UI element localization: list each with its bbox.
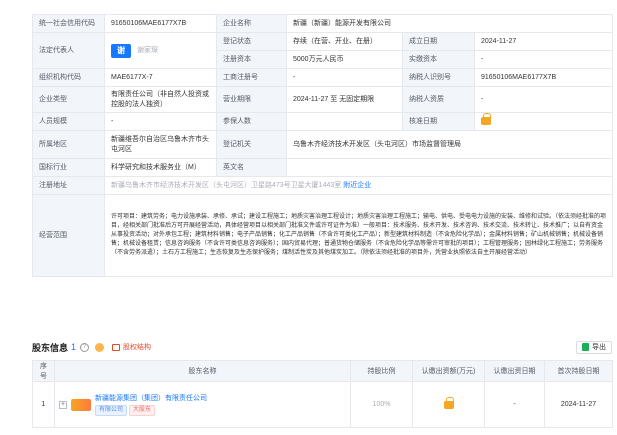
shareholder-section-header: 股东信息 1 ? 股权结构 导出 bbox=[32, 340, 612, 354]
company-info-table: 统一社会信用代码 91650106MAE6177X7B 企业名称 新疆（新疆）能… bbox=[32, 14, 613, 277]
org-code-value: MAE6177X-7 bbox=[104, 68, 217, 87]
region-value: 新疆维吾尔自治区乌鲁木齐市头屯河区 bbox=[104, 130, 217, 159]
staff-value: - bbox=[104, 112, 217, 131]
legal-rep-label: 法定代表人 bbox=[32, 32, 105, 69]
shareholder-table: 序号 股东名称 持股比例 认缴出资额(万元) 认缴出资日期 首次持股日期 1 +… bbox=[32, 360, 613, 428]
authority-label: 登记机关 bbox=[216, 130, 287, 159]
address-cell: 新疆乌鲁木齐市经济技术开发区（头屯河区）卫星路473号卫星大厦1443室 附近企… bbox=[104, 176, 613, 195]
structure-icon bbox=[112, 343, 121, 351]
insured-value bbox=[286, 112, 403, 131]
shareholder-tag-major: 大股东 bbox=[128, 405, 155, 416]
legal-rep-cell: 谢 谢家琛 bbox=[104, 32, 217, 69]
address-value: 新疆乌鲁木齐市经济技术开发区（头屯河区）卫星路473号卫星大厦1443室 bbox=[111, 181, 342, 189]
company-type-value: 有限责任公司（非自然人投资或控股的法人独资） bbox=[104, 86, 217, 113]
credit-code-value: 91650106MAE6177X7B bbox=[104, 14, 217, 33]
industry-value: 科学研究和技术服务业（M） bbox=[104, 158, 217, 177]
scope-label: 经营范围 bbox=[32, 194, 105, 277]
staff-label: 人员规模 bbox=[32, 112, 105, 131]
region-label: 所属地区 bbox=[32, 130, 105, 159]
shareholder-name-link[interactable]: 新疆能源集团（集团）有限责任公司 bbox=[95, 393, 207, 403]
col-name: 股东名称 bbox=[54, 360, 351, 382]
status-value: 存续（在营、开业、在册） bbox=[286, 32, 403, 51]
shareholder-title: 股东信息 bbox=[32, 342, 69, 353]
english-name-value bbox=[286, 158, 613, 177]
taxpayer-id-value: 91650106MAE6177X7B bbox=[474, 68, 613, 87]
reg-capital-value: 5000万元人民币 bbox=[286, 50, 403, 69]
authority-value: 乌鲁木齐经济技术开发区（头屯河区）市场监督管理局 bbox=[286, 130, 613, 159]
row-first-date: 2024-11-27 bbox=[544, 381, 613, 428]
company-name-value: 新疆（新疆）能源开发有限公司 bbox=[286, 14, 613, 33]
english-name-label: 英文名 bbox=[216, 158, 287, 177]
paid-capital-value: - bbox=[474, 50, 613, 69]
scope-value: 许可项目：建筑劳务；电力设施承装、承修、承试；建设工程施工；地质灾害治理工程设计… bbox=[104, 194, 613, 277]
legal-rep-name[interactable]: 谢家琛 bbox=[137, 46, 158, 56]
industry-label: 国标行业 bbox=[32, 158, 105, 177]
insured-label: 参保人数 bbox=[216, 112, 287, 131]
row-ratio: 100% bbox=[350, 381, 413, 428]
company-name-label: 企业名称 bbox=[216, 14, 287, 33]
col-amount[interactable]: 认缴出资额(万元) bbox=[412, 360, 485, 382]
shareholder-count: 1 bbox=[71, 342, 77, 352]
est-date-value: 2024-11-27 bbox=[474, 32, 613, 51]
nearby-companies-link[interactable]: 附近企业 bbox=[343, 182, 371, 189]
export-label: 导出 bbox=[592, 344, 606, 351]
paid-capital-label: 实缴资本 bbox=[402, 50, 475, 69]
row-index: 1 bbox=[32, 381, 55, 428]
col-subscribe-date[interactable]: 认缴出资日期 bbox=[484, 360, 545, 382]
equity-structure-link[interactable]: 股权结构 bbox=[112, 342, 151, 352]
shareholder-tag-type: 有限公司 bbox=[95, 405, 128, 416]
status-label: 登记状态 bbox=[216, 32, 287, 51]
est-date-label: 成立日期 bbox=[402, 32, 475, 51]
lock-icon[interactable] bbox=[481, 113, 491, 125]
taxpayer-id-label: 纳税人识别号 bbox=[402, 68, 475, 87]
help-icon[interactable]: ? bbox=[80, 342, 90, 352]
org-code-label: 组织机构代码 bbox=[32, 68, 105, 87]
shareholder-logo bbox=[71, 398, 91, 411]
company-type-label: 企业类型 bbox=[32, 86, 105, 113]
term-value: 2024-11-27 至 无固定期限 bbox=[286, 86, 403, 113]
row-amount-cell bbox=[412, 381, 485, 428]
expand-toggle[interactable]: + bbox=[59, 400, 67, 409]
biz-reg-label: 工商注册号 bbox=[216, 68, 287, 87]
approval-date-label: 核准日期 bbox=[402, 112, 475, 131]
biz-reg-value: - bbox=[286, 68, 403, 87]
credit-code-label: 统一社会信用代码 bbox=[32, 14, 105, 33]
col-index: 序号 bbox=[32, 360, 55, 382]
reg-capital-label: 注册资本 bbox=[216, 50, 287, 69]
lock-icon[interactable] bbox=[443, 396, 454, 409]
row-name-cell: + 新疆能源集团（集团）有限责任公司 有限公司 大股东 bbox=[54, 381, 351, 428]
row-subscribe-date: - bbox=[484, 381, 545, 428]
col-ratio[interactable]: 持股比例 bbox=[350, 360, 413, 382]
term-label: 营业期限 bbox=[216, 86, 287, 113]
legal-rep-avatar: 谢 bbox=[111, 43, 131, 58]
col-first-date[interactable]: 首次持股日期 bbox=[544, 360, 613, 382]
taxpayer-qual-label: 纳税人资质 bbox=[402, 86, 475, 113]
taxpayer-qual-value: - bbox=[474, 86, 613, 113]
equity-structure-label: 股权结构 bbox=[123, 344, 152, 351]
vip-badge-icon[interactable] bbox=[95, 342, 105, 352]
export-button[interactable]: 导出 bbox=[576, 340, 612, 354]
table-row: 1 + 新疆能源集团（集团）有限责任公司 有限公司 大股东 100% - 202… bbox=[32, 381, 613, 428]
approval-date-cell bbox=[474, 112, 613, 131]
excel-icon bbox=[582, 343, 589, 351]
address-label: 注册地址 bbox=[32, 176, 105, 195]
